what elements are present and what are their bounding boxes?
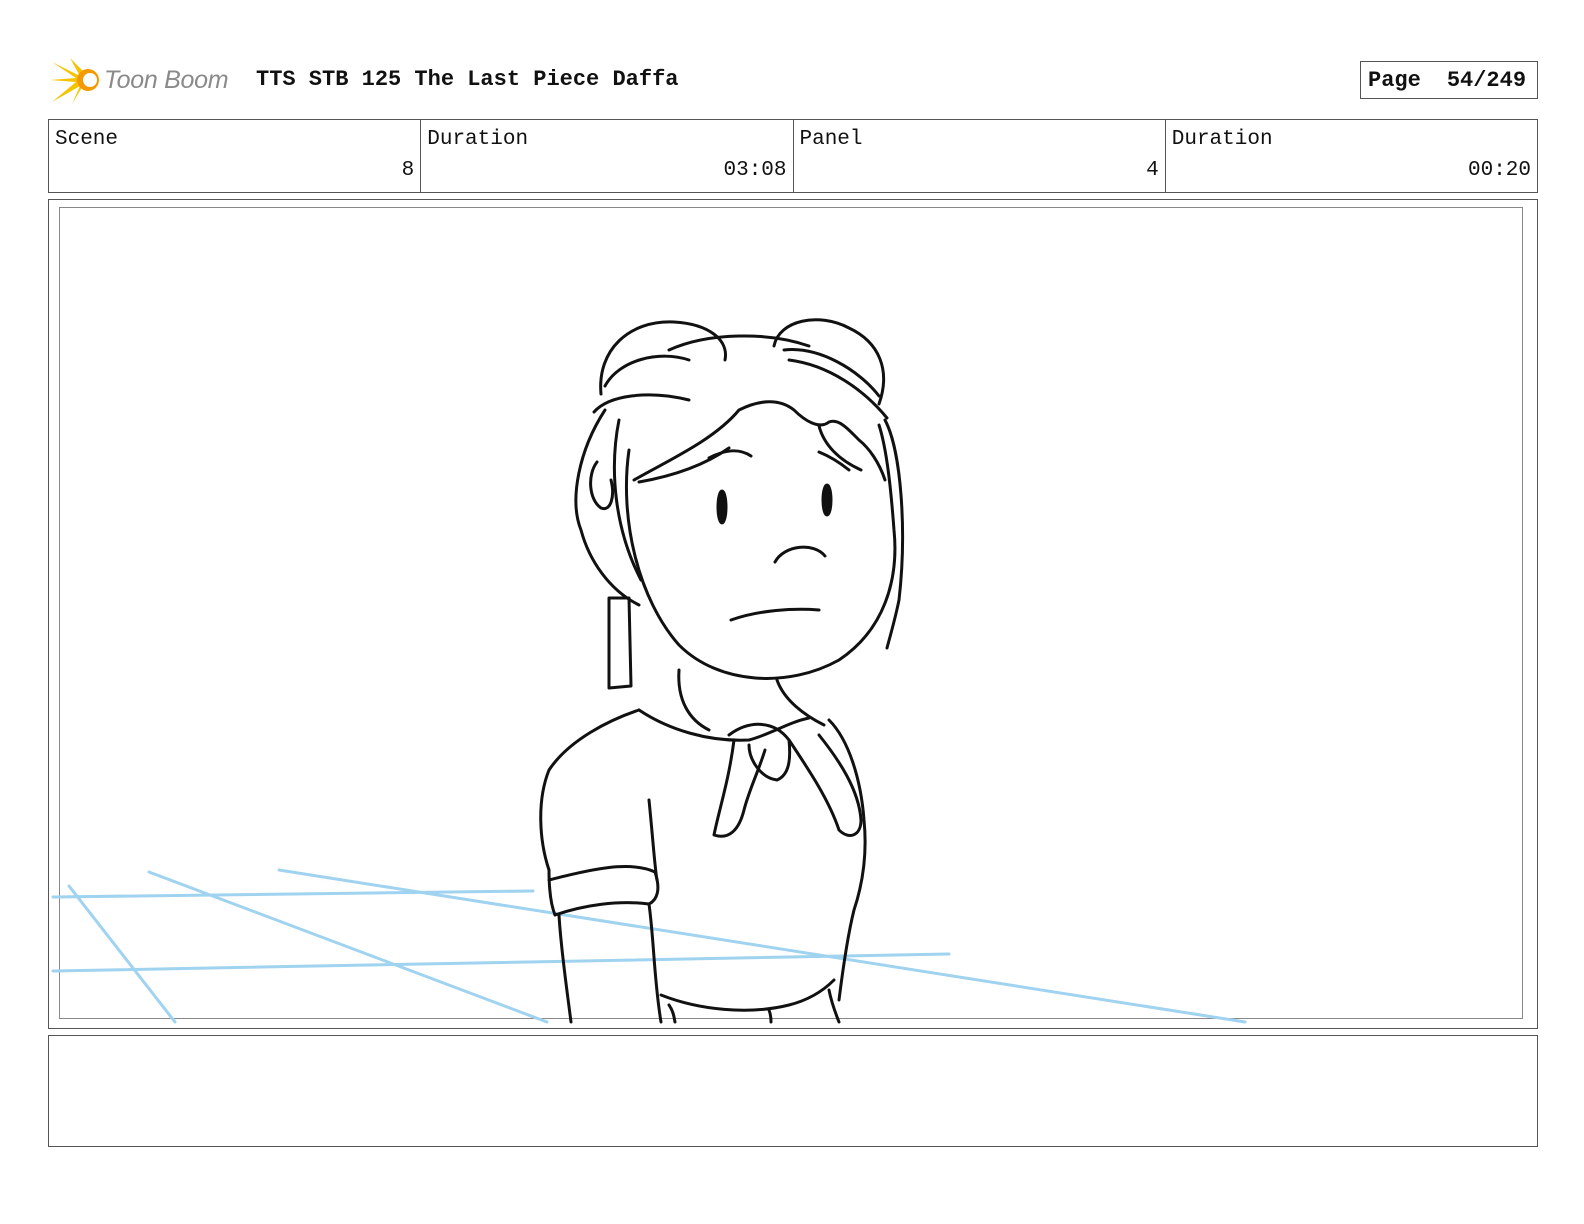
panel-value: 4	[1146, 159, 1159, 182]
page-value: 54/249	[1446, 67, 1527, 93]
toon-boom-logo: Toon Boom	[50, 56, 240, 106]
panel-label: Panel	[799, 128, 863, 151]
scene-info-table: Scene 8 Duration 03:08 Panel 4 Duration …	[48, 119, 1538, 193]
scene-duration-label: Duration	[427, 128, 529, 151]
scene-duration-value: 03:08	[723, 159, 787, 182]
scene-cell: Scene 8	[49, 120, 422, 192]
panel-duration-value: 00:20	[1467, 159, 1531, 182]
scene-label: Scene	[55, 128, 119, 151]
panel-cell: Panel 4	[794, 120, 1166, 192]
perspective-guides	[51, 868, 1247, 1024]
document-title: TTS STB 125 The Last Piece Daffa	[256, 67, 679, 92]
panel-notes-box	[48, 1035, 1538, 1147]
scene-value: 8	[401, 159, 415, 182]
logo-text: Toon Boom	[104, 66, 229, 94]
page-counter: Page 54/249	[1360, 61, 1538, 99]
panel-duration-cell: Duration 00:20	[1166, 120, 1537, 192]
character-sketch	[539, 318, 905, 1024]
storyboard-sketch-image	[51, 318, 1247, 1024]
scene-duration-cell: Duration 03:08	[421, 120, 794, 192]
panel-frame	[48, 199, 1538, 1029]
page-label: Page	[1368, 67, 1421, 93]
storyboard-header: Toon Boom TTS STB 125 The Last Piece Daf…	[50, 54, 1538, 110]
panel-duration-label: Duration	[1171, 128, 1273, 151]
toon-boom-starburst-icon	[50, 58, 100, 104]
